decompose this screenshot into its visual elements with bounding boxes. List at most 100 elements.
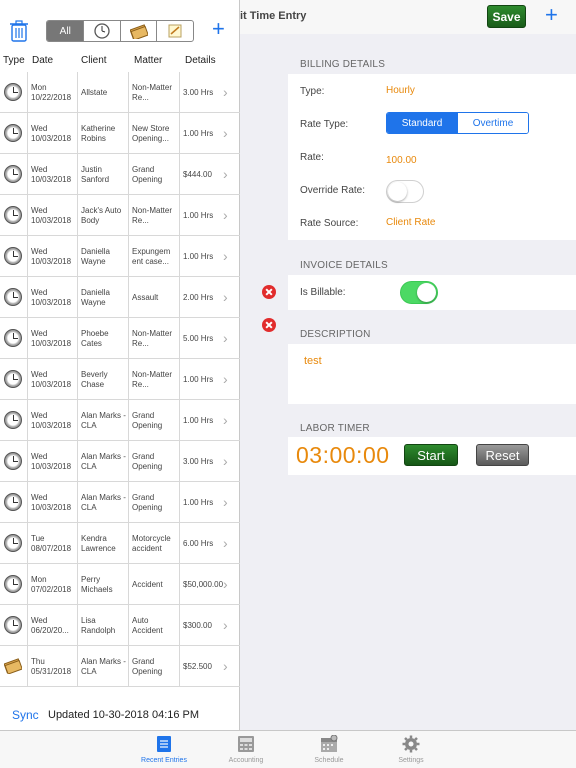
table-row[interactable]: Wed 06/20/20... Lisa Randolph Auto Accident… [0, 605, 240, 646]
table-row[interactable]: Wed 10/03/2018 Justin Sanford Grand Opening… [0, 154, 240, 195]
row-date: Wed 10/03/2018 [31, 359, 78, 400]
row-matter: Auto Accident [132, 615, 163, 635]
table-row[interactable]: Mon 10/22/2018 Allstate Non-Matter Re... 3.0… [0, 72, 240, 113]
table-row[interactable]: Wed 10/03/2018 Katherine Robins New Store O… [0, 113, 240, 154]
last-updated-text: Updated 10-30-2018 04:16 PM [48, 709, 200, 721]
override-rate-label: Override Rate: [300, 185, 366, 196]
table-row[interactable]: Wed 10/03/2018 Alan Marks - CLA Grand Openi… [0, 482, 240, 523]
column-type[interactable]: Type [3, 55, 25, 66]
table-row[interactable]: Mon 07/02/2018 Perry Michaels Accident $50,0… [0, 564, 240, 605]
tab-settings[interactable]: Settings [376, 735, 446, 764]
table-row[interactable]: Wed 10/03/2018 Alan Marks - CLA Grand Openi… [0, 441, 240, 482]
row-date-value: 06/20/20... [31, 625, 69, 635]
table-row[interactable]: Wed 10/03/2018 Phoebe Cates Non-Matter Re..… [0, 318, 240, 359]
row-details: 6.00 Hrs [183, 538, 214, 548]
row-date-value: 10/03/2018 [31, 215, 72, 225]
gear-icon [402, 735, 420, 753]
column-divider [128, 72, 129, 113]
description-section[interactable]: test [288, 344, 576, 404]
tab-schedule[interactable]: Schedule [294, 735, 364, 764]
table-row[interactable]: Thu 05/31/2018 Alan Marks - CLA Grand Openi… [0, 646, 240, 687]
row-client: Alan Marks - CLA [81, 410, 126, 430]
clock-icon [4, 534, 22, 552]
row-details: 3.00 Hrs [183, 456, 214, 466]
column-divider [27, 646, 28, 687]
filter-time[interactable] [83, 21, 120, 41]
description-header: DESCRIPTION [300, 329, 371, 340]
column-divider [27, 605, 28, 646]
is-billable-toggle[interactable] [400, 281, 438, 304]
start-button[interactable]: Start [404, 444, 458, 466]
toggle-knob [388, 182, 407, 201]
column-details[interactable]: Details [185, 55, 216, 66]
row-date-value: 10/03/2018 [31, 461, 72, 471]
rate-type-standard[interactable]: Standard [387, 113, 457, 133]
column-divider [179, 318, 180, 359]
row-date: Wed 10/03/2018 [31, 277, 78, 318]
column-divider [27, 318, 28, 359]
column-divider [128, 318, 129, 359]
filter-expense[interactable] [119, 21, 157, 41]
tab-accounting[interactable]: Accounting [211, 735, 281, 764]
rate-type-overtime[interactable]: Overtime [457, 113, 528, 133]
clock-icon [4, 411, 22, 429]
filter-note[interactable] [156, 21, 193, 41]
clock-icon [4, 575, 22, 593]
tab-label: Accounting [228, 757, 264, 764]
row-details: 1.00 Hrs [183, 128, 214, 138]
table-row[interactable]: Wed 10/03/2018 Alan Marks - CLA Grand Openi… [0, 400, 240, 441]
add-entry-icon[interactable]: + [212, 18, 225, 40]
table-row[interactable]: Wed 10/03/2018 Jack's Auto Body Non-Matter … [0, 195, 240, 236]
entry-type-filter[interactable]: All [46, 20, 194, 42]
column-matter[interactable]: Matter [134, 55, 162, 66]
table-row[interactable]: Wed 10/03/2018 Daniella Wayne Assault 2.00 H… [0, 277, 240, 318]
table-row[interactable]: Tue 08/07/2018 Kendra Lawrence Motorcycle a… [0, 523, 240, 564]
row-details: 5.00 Hrs [183, 333, 214, 343]
row-date-value: 10/22/2018 [31, 92, 72, 102]
row-date: Wed 06/20/20... [31, 605, 78, 646]
delete-icon[interactable] [262, 318, 276, 332]
toggle-knob [417, 283, 436, 302]
clock-icon [4, 616, 22, 634]
column-divider [128, 400, 129, 441]
column-divider [128, 236, 129, 277]
table-row[interactable]: Wed 10/03/2018 Beverly Chase Non-Matter Re.… [0, 359, 240, 400]
row-client: Alan Marks - CLA [81, 492, 126, 512]
reset-button[interactable]: Reset [476, 444, 529, 466]
add-entry-icon[interactable]: + [545, 4, 558, 26]
rate-type-segmented-control[interactable]: Standard Overtime [386, 112, 529, 134]
table-row[interactable]: Wed 10/03/2018 Daniella Wayne Expungem ent … [0, 236, 240, 277]
row-date-value: 10/03/2018 [31, 338, 72, 348]
column-divider [179, 359, 180, 400]
row-client: Allstate [81, 87, 108, 97]
row-date: Wed 10/03/2018 [31, 441, 78, 482]
trash-icon[interactable] [10, 20, 28, 42]
description-text[interactable]: test [304, 355, 322, 367]
row-date: Wed 10/03/2018 [31, 400, 78, 441]
tab-recent-entries[interactable]: Recent Entries [129, 735, 199, 764]
row-day: Wed [31, 123, 48, 133]
column-divider [27, 277, 28, 318]
row-day: Mon [31, 82, 47, 92]
sync-button[interactable]: Sync [12, 708, 39, 722]
delete-icon[interactable] [262, 285, 276, 299]
row-date: Wed 10/03/2018 [31, 482, 78, 523]
type-value[interactable]: Hourly [386, 85, 415, 96]
chevron-right-icon: › [223, 412, 228, 428]
rate-value[interactable]: 100.00 [386, 155, 417, 166]
column-date[interactable]: Date [32, 55, 53, 66]
row-date: Thu 05/31/2018 [31, 646, 78, 687]
column-client[interactable]: Client [81, 55, 107, 66]
override-rate-toggle[interactable] [386, 180, 424, 203]
row-details: $50,000.00 [183, 579, 224, 589]
row-client: Jack's Auto Body [81, 205, 122, 225]
clock-icon [94, 23, 110, 39]
row-matter: Grand Opening [132, 656, 163, 676]
chevron-right-icon: › [223, 84, 228, 100]
filter-all[interactable]: All [47, 21, 84, 41]
row-date: Wed 10/03/2018 [31, 113, 78, 154]
row-day: Tue [31, 533, 45, 543]
row-day: Wed [31, 164, 48, 174]
save-button[interactable]: Save [487, 5, 526, 28]
row-matter: Expungem ent case... [132, 246, 171, 266]
